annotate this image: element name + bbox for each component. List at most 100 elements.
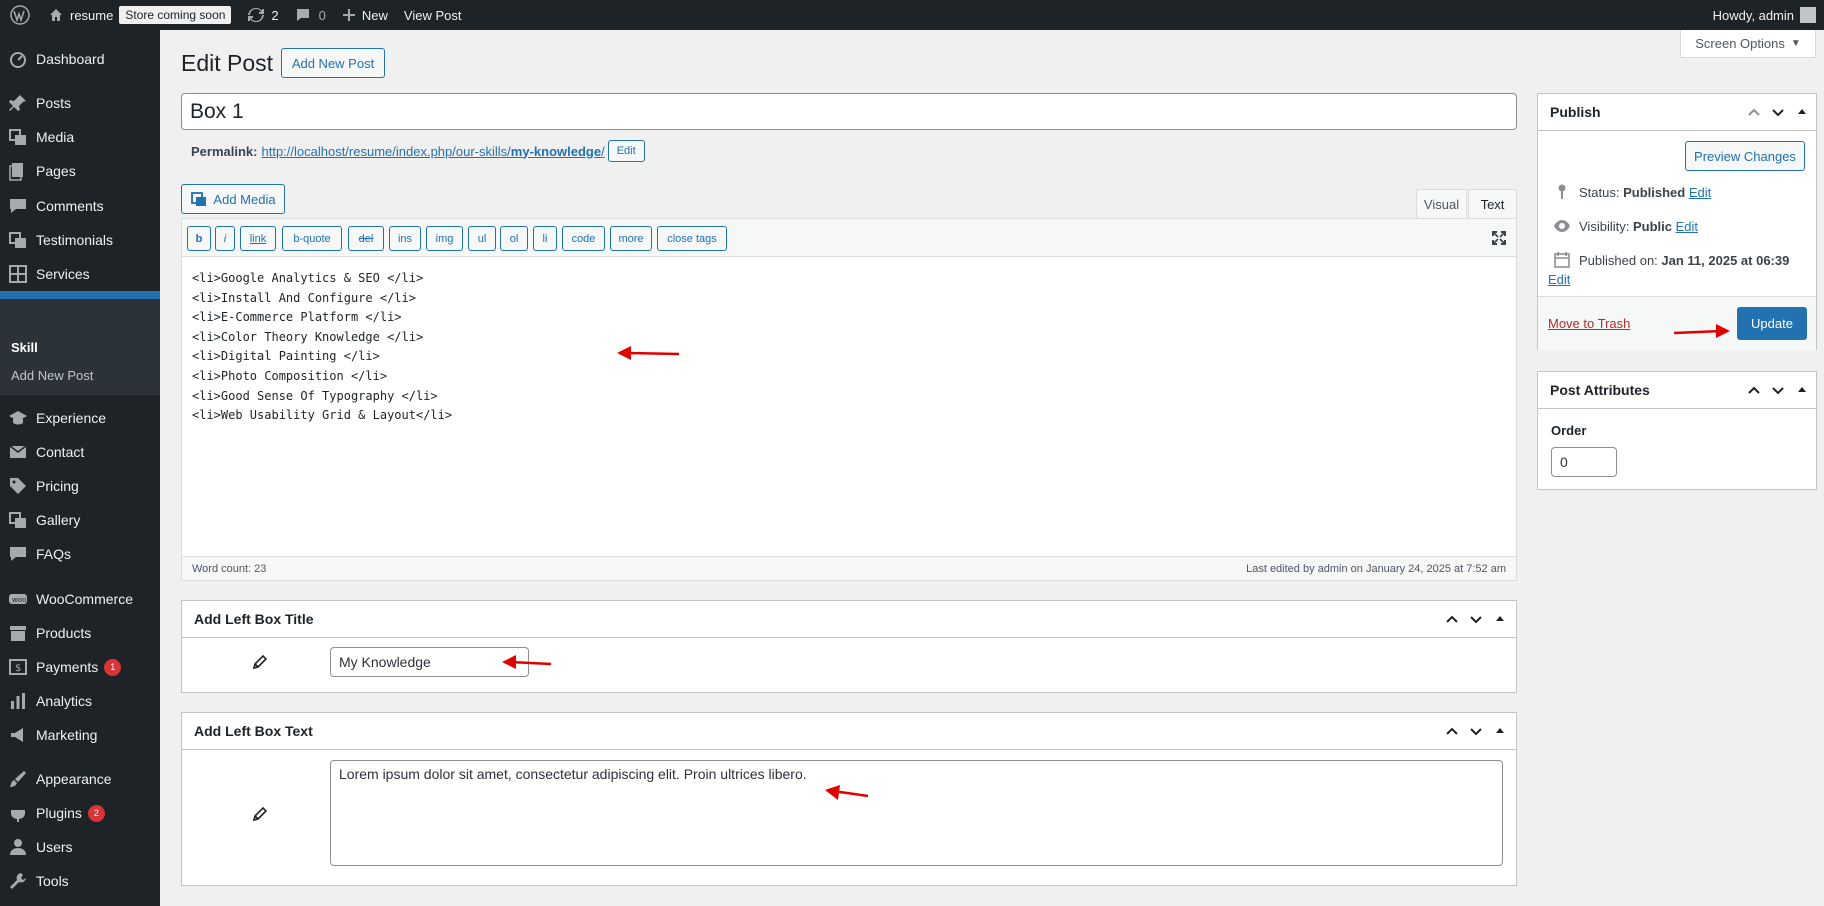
sidebar-item-products[interactable]: Products	[0, 616, 160, 650]
triangle-up-icon[interactable]	[1490, 609, 1510, 629]
edit-visibility-link[interactable]: Edit	[1676, 219, 1698, 234]
sidebar-item-label: Appearance	[36, 771, 112, 787]
sidebar-item-label: Experience	[36, 410, 107, 426]
edit-slug-button[interactable]: Edit	[607, 140, 645, 162]
new-content-link[interactable]: New	[334, 0, 396, 30]
updates-link[interactable]: 2	[239, 0, 286, 30]
update-button[interactable]: Update	[1737, 307, 1807, 340]
my-account-link[interactable]: Howdy, admin	[1705, 0, 1824, 30]
quicktag-ins-button[interactable]: ins	[389, 226, 421, 251]
brush-icon	[0, 769, 36, 789]
howdy-text: Howdy, admin	[1712, 7, 1794, 23]
sidebar-item-services[interactable]: Services	[0, 257, 160, 291]
sidebar-item-appearance[interactable]: Appearance	[0, 762, 160, 796]
quicktag-code-button[interactable]: code	[562, 226, 605, 251]
quicktag-ul-button[interactable]: ul	[468, 226, 496, 251]
quicktag-close-tags-button[interactable]: close tags	[657, 226, 727, 251]
add-media-button[interactable]: Add Media	[181, 184, 285, 214]
chevron-up-icon[interactable]	[1442, 721, 1462, 741]
sidebar-item-marketing[interactable]: Marketing	[0, 718, 160, 752]
sidebar-item-label: Analytics	[36, 693, 93, 709]
quicktag-link-button[interactable]: link	[240, 226, 276, 251]
chevron-down-icon[interactable]	[1466, 609, 1486, 629]
quicktag-more-button[interactable]: more	[610, 226, 652, 251]
skill-submenu: Skill Add New Post	[0, 299, 160, 395]
published-on-value: Jan 11, 2025 at 06:39	[1661, 252, 1790, 268]
svg-text:$: $	[15, 663, 21, 674]
visibility-row: Visibility: Public Edit	[1553, 217, 1698, 235]
move-to-trash-link[interactable]: Move to Trash	[1548, 316, 1630, 331]
sidebar-item-label: Products	[36, 625, 92, 641]
comments-icon	[0, 544, 36, 564]
sidebar-item-gallery[interactable]: Gallery	[0, 503, 160, 537]
post-title-input[interactable]: Box 1	[181, 93, 1517, 130]
chevron-down-icon[interactable]	[1768, 102, 1788, 122]
sidebar-item-plugins[interactable]: Plugins 2	[0, 796, 160, 830]
store-coming-soon-badge[interactable]: Store coming soon	[119, 6, 232, 24]
quicktags-toolbar: b i link b-quote del ins img ul ol li co…	[182, 219, 1516, 257]
submenu-item-skill[interactable]: Skill	[11, 340, 38, 355]
submenu-item-add-new-post[interactable]: Add New Post	[11, 368, 93, 383]
comments-link[interactable]: 0	[287, 0, 334, 30]
quicktag-li-button[interactable]: li	[533, 226, 557, 251]
view-post-link[interactable]: View Post	[396, 0, 470, 30]
sidebar-item-analytics[interactable]: Analytics	[0, 684, 160, 718]
refresh-icon	[248, 7, 265, 23]
comments-icon	[0, 196, 36, 216]
sidebar-item-posts[interactable]: Posts	[0, 86, 160, 120]
archive-icon	[0, 623, 36, 643]
permalink-row: Permalink: http://localhost/resume/index…	[191, 140, 645, 162]
triangle-up-icon[interactable]	[1490, 721, 1510, 741]
edit-date-link[interactable]: Edit	[1548, 272, 1570, 287]
sidebar-item-payments[interactable]: $ Payments 1	[0, 650, 160, 684]
quicktag-bold-button[interactable]: b	[187, 226, 211, 251]
annotation-arrow-left-icon	[617, 346, 680, 360]
left-box-title-header: Add Left Box Title	[182, 601, 1516, 638]
publish-box: Publish Preview Changes Status: Publishe…	[1537, 93, 1817, 351]
sidebar-item-testimonials[interactable]: Testimonials	[0, 223, 160, 257]
last-edited: Last edited by admin on January 24, 2025…	[1246, 562, 1506, 575]
left-box-text-header: Add Left Box Text	[182, 713, 1516, 750]
triangle-up-icon[interactable]	[1792, 102, 1812, 122]
sidebar-item-media[interactable]: Media	[0, 120, 160, 154]
permalink-slug: my-knowledge	[510, 143, 602, 159]
tab-visual[interactable]: Visual	[1416, 189, 1467, 218]
sidebar-item-pricing[interactable]: Pricing	[0, 469, 160, 503]
sidebar-item-dashboard[interactable]: Dashboard	[0, 42, 160, 76]
fullscreen-icon[interactable]	[1490, 229, 1508, 247]
sidebar-item-faqs[interactable]: FAQs	[0, 537, 160, 571]
screen-options-button[interactable]: Screen Options ▼	[1680, 30, 1816, 58]
sidebar-item-woocommerce[interactable]: woo WooCommerce	[0, 582, 160, 616]
chevron-up-icon[interactable]	[1442, 609, 1462, 629]
chevron-down-icon[interactable]	[1768, 380, 1788, 400]
wordpress-logo-icon[interactable]	[0, 0, 40, 30]
sidebar-item-pages[interactable]: Pages	[0, 154, 160, 188]
tab-text[interactable]: Text	[1468, 189, 1517, 218]
quicktag-italic-button[interactable]: i	[215, 226, 235, 251]
order-input[interactable]: 0	[1551, 447, 1617, 477]
quicktag-img-button[interactable]: img	[426, 226, 463, 251]
sidebar-item-contact[interactable]: Contact	[0, 435, 160, 469]
add-new-post-button[interactable]: Add New Post	[281, 48, 385, 78]
sidebar-item-comments[interactable]: Comments	[0, 189, 160, 223]
quicktag-ol-button[interactable]: ol	[500, 226, 528, 251]
updates-count: 2	[271, 7, 279, 23]
chevron-down-icon[interactable]	[1466, 721, 1486, 741]
left-box-text-textarea[interactable]: Lorem ipsum dolor sit amet, consectetur …	[330, 760, 1503, 866]
sidebar-item-tools[interactable]: Tools	[0, 864, 160, 898]
chart-icon	[0, 691, 36, 711]
quicktag-blockquote-button[interactable]: b-quote	[282, 226, 342, 251]
preview-changes-button[interactable]: Preview Changes	[1685, 141, 1805, 171]
plugin-icon	[0, 803, 36, 823]
status-label: Status:	[1579, 184, 1620, 200]
site-name-link[interactable]: resume Store coming soon	[40, 0, 239, 30]
sidebar-item-users[interactable]: Users	[0, 830, 160, 864]
permalink-link[interactable]: http://localhost/resume/index.php/our-sk…	[261, 144, 604, 159]
triangle-up-icon[interactable]	[1792, 380, 1812, 400]
sidebar-item-experience[interactable]: Experience	[0, 401, 160, 435]
quicktag-del-button[interactable]: del	[348, 226, 384, 251]
editor-content-textarea[interactable]: <li>Google Analytics & SEO </li> <li>Ins…	[192, 269, 452, 426]
edit-status-link[interactable]: Edit	[1689, 185, 1711, 200]
chevron-up-icon[interactable]	[1744, 380, 1764, 400]
chevron-up-icon[interactable]	[1744, 102, 1764, 122]
